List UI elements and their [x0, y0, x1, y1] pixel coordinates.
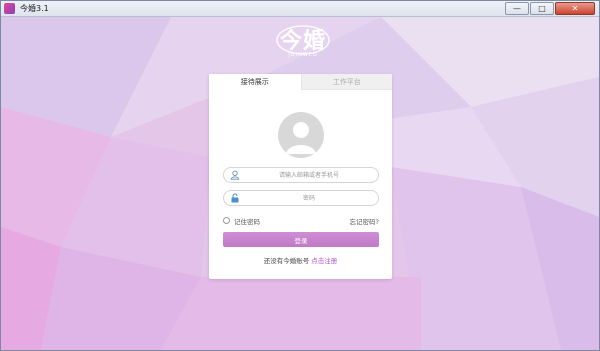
- logo-text: 今婚: [279, 29, 326, 54]
- brand-logo: 今婚 JOINWED: [271, 23, 335, 63]
- remember-row: 记住密码 忘记密码?: [223, 216, 379, 226]
- close-button[interactable]: ✕: [555, 2, 595, 15]
- app-window: 今婚3.1 — □ ✕ 今婚 JOINWED 接待展示 工作平台 请输入邮箱或者…: [0, 0, 600, 351]
- avatar-placeholder-icon: [278, 112, 324, 158]
- forgot-password-link[interactable]: 忘记密码?: [350, 216, 379, 226]
- window-title: 今婚3.1: [20, 4, 49, 13]
- app-icon: [4, 3, 15, 14]
- lock-icon: [231, 193, 239, 203]
- tab-reception[interactable]: 接待展示: [209, 74, 301, 90]
- minimize-button[interactable]: —: [505, 2, 529, 15]
- register-prompt: 还没有今婚账号: [263, 257, 310, 265]
- remember-label[interactable]: 记住密码: [234, 216, 260, 226]
- register-link[interactable]: 点击注册: [311, 257, 337, 265]
- login-button[interactable]: 登录: [223, 232, 379, 247]
- username-input[interactable]: [244, 169, 374, 181]
- password-input[interactable]: [244, 192, 374, 204]
- tab-workspace[interactable]: 工作平台: [300, 74, 392, 90]
- password-field[interactable]: [223, 190, 379, 206]
- maximize-button[interactable]: □: [530, 2, 554, 15]
- window-controls: — □ ✕: [505, 2, 595, 15]
- login-panel: 接待展示 工作平台 记住密码 忘记密码?: [209, 74, 392, 279]
- user-icon: [230, 170, 240, 180]
- remember-checkbox[interactable]: [223, 217, 230, 224]
- register-row: 还没有今婚账号 点击注册: [209, 255, 392, 265]
- title-bar[interactable]: 今婚3.1 — □ ✕: [1, 1, 599, 17]
- logo-subtext: JOINWED: [288, 52, 318, 58]
- login-tabs: 接待展示 工作平台: [209, 74, 392, 90]
- username-field[interactable]: [223, 167, 379, 183]
